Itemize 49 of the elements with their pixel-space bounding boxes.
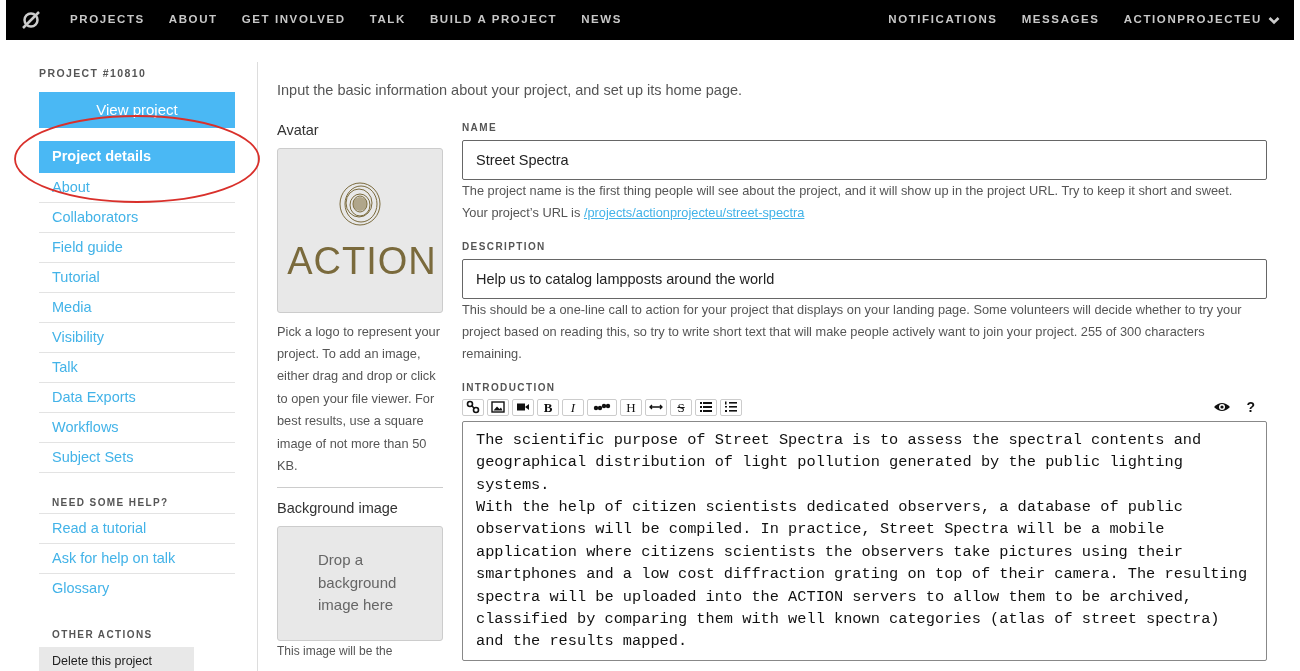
avatar-help-text: Pick a logo to represent your project. To add an image, either drag and drop or click to open your file viewer. For best results, use a square image of not more than 50 KB. <box>277 322 441 475</box>
name-help-text: The project name is the first thing people will see about the project, and it will show up in the project URL. Try to keep it short and sweet. <box>462 181 1234 200</box>
project-number: PROJECT #10810 <box>39 66 148 81</box>
background-dropzone[interactable]: Drop a background image here <box>277 526 443 642</box>
nav-link[interactable]: NOTIFICATIONS <box>888 11 998 29</box>
image-icon <box>491 400 505 415</box>
scribble-icon <box>338 180 382 228</box>
name-input[interactable]: Street Spectra <box>462 139 1267 180</box>
nav-link[interactable]: ACTIONPROJECTEU <box>1123 11 1280 29</box>
numbered-list-icon <box>724 400 738 415</box>
nav-link[interactable]: NEWS <box>581 11 623 29</box>
image-button[interactable] <box>487 398 509 416</box>
nav-link[interactable]: ABOUT <box>168 11 218 29</box>
logo-icon[interactable] <box>22 11 40 29</box>
link-icon <box>466 400 480 415</box>
field-label: INTRODUCTION <box>462 380 557 395</box>
quote-button[interactable] <box>587 398 617 416</box>
rule-button[interactable] <box>645 398 667 416</box>
background-help-text: This image will be the <box>277 644 394 659</box>
nav-link[interactable]: PROJECTS <box>70 11 145 29</box>
introduction-text-area[interactable]: The scientific purpose of Street Spectra is to assess the spectral contents and geographical distribution of light pollution generated by the public lighting systems. With the help of citizen scientists dedicated observers, a database of public observations will be compiled. In practice, Street Spectra will be a mobile application where citizens scientists the observers take pictures using their smartphones and a low cost diffraction grating on top of their camera. The resulting spectra will be uploaded into the ACTION servers to allow them to be archived, classified by comparing them with well known categories (atlas of street spectra) and the results mapped. <box>462 420 1267 661</box>
avatar-dropzone[interactable]: ACTION <box>277 147 443 313</box>
help-button[interactable]: ? <box>1246 396 1255 418</box>
bulleted-list-icon <box>699 400 713 415</box>
nav-link[interactable]: TALK <box>369 11 406 29</box>
nav-link[interactable]: MESSAGES <box>1021 11 1100 29</box>
logo-text: ACTION <box>287 242 437 280</box>
numbers-button[interactable] <box>720 398 742 416</box>
preview-eye-icon[interactable] <box>1213 401 1232 414</box>
bold-button[interactable]: B <box>537 398 559 416</box>
url-label: Your project’s URL is <box>462 205 581 221</box>
section-heading: NEED SOME HELP? <box>52 496 170 511</box>
delete-project-button[interactable]: Delete this project <box>39 647 194 671</box>
intro-text: Input the basic information about your project, and set up its home page. <box>277 81 744 100</box>
section-heading: OTHER ACTIONS <box>52 628 154 643</box>
italic-button[interactable]: I <box>562 398 584 416</box>
strike-button[interactable]: S <box>670 398 692 416</box>
bullets-button[interactable] <box>695 398 717 416</box>
heading-button[interactable]: H <box>620 398 642 416</box>
field-label: DESCRIPTION <box>462 239 547 254</box>
field-label: Background image <box>277 499 399 519</box>
field-label: Avatar <box>277 120 320 140</box>
nav-link[interactable]: GET INVOLVED <box>241 11 346 29</box>
description-help-text: This should be a one-line call to action for your project that displays on your landing page. Some volunteers will decide whether to try your project based on reading this, so try to write short text that will make people actively want to join your project. 255 of 300 characters remaining. <box>462 300 1243 364</box>
field-label: NAME <box>462 120 499 135</box>
link-button[interactable] <box>462 398 484 416</box>
description-input[interactable]: Help us to catalog lampposts around the world <box>462 258 1267 299</box>
video-button[interactable] <box>512 398 534 416</box>
nav-link[interactable]: BUILD A PROJECT <box>429 11 558 29</box>
